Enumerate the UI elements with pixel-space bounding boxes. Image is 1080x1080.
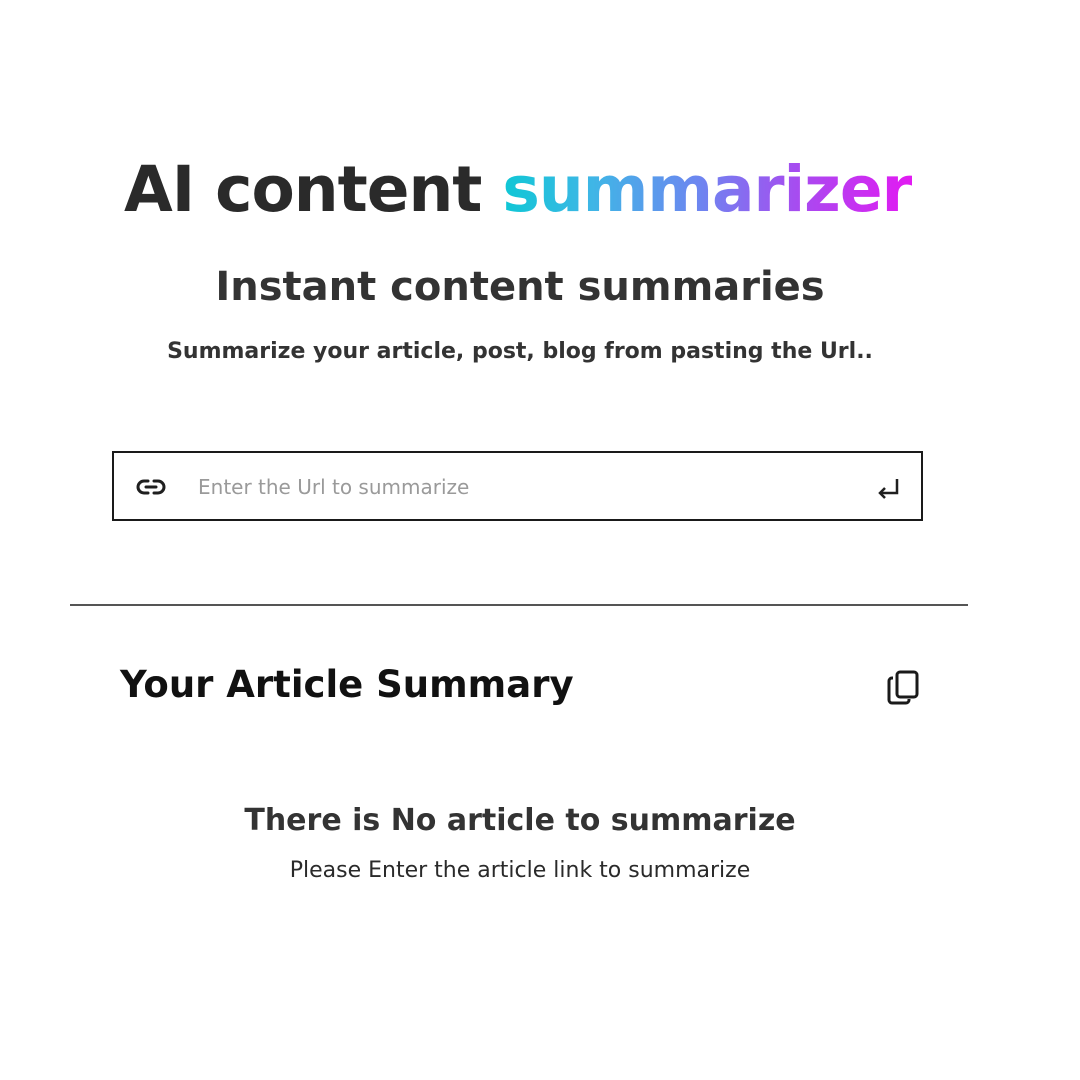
link-icon (136, 479, 166, 495)
subtitle: Instant content summaries (215, 264, 825, 310)
enter-return-icon[interactable] (873, 471, 903, 503)
section-divider (70, 604, 968, 606)
url-input[interactable] (198, 467, 838, 507)
url-input-box[interactable] (112, 451, 923, 521)
hero-title-plain: AI content (124, 153, 503, 226)
tagline: Summarize your article, post, blog from … (167, 339, 873, 364)
empty-state-text: Please Enter the article link to summari… (289, 858, 751, 883)
summary-heading: Your Article Summary (120, 663, 574, 706)
hero-title: AI content summarizer (124, 150, 913, 230)
copy-icon[interactable] (884, 668, 922, 706)
empty-state-title: There is No article to summarize (244, 803, 796, 838)
page: AI content summarizer Instant content su… (0, 0, 1080, 1080)
hero-title-accent: summarizer (502, 153, 912, 226)
